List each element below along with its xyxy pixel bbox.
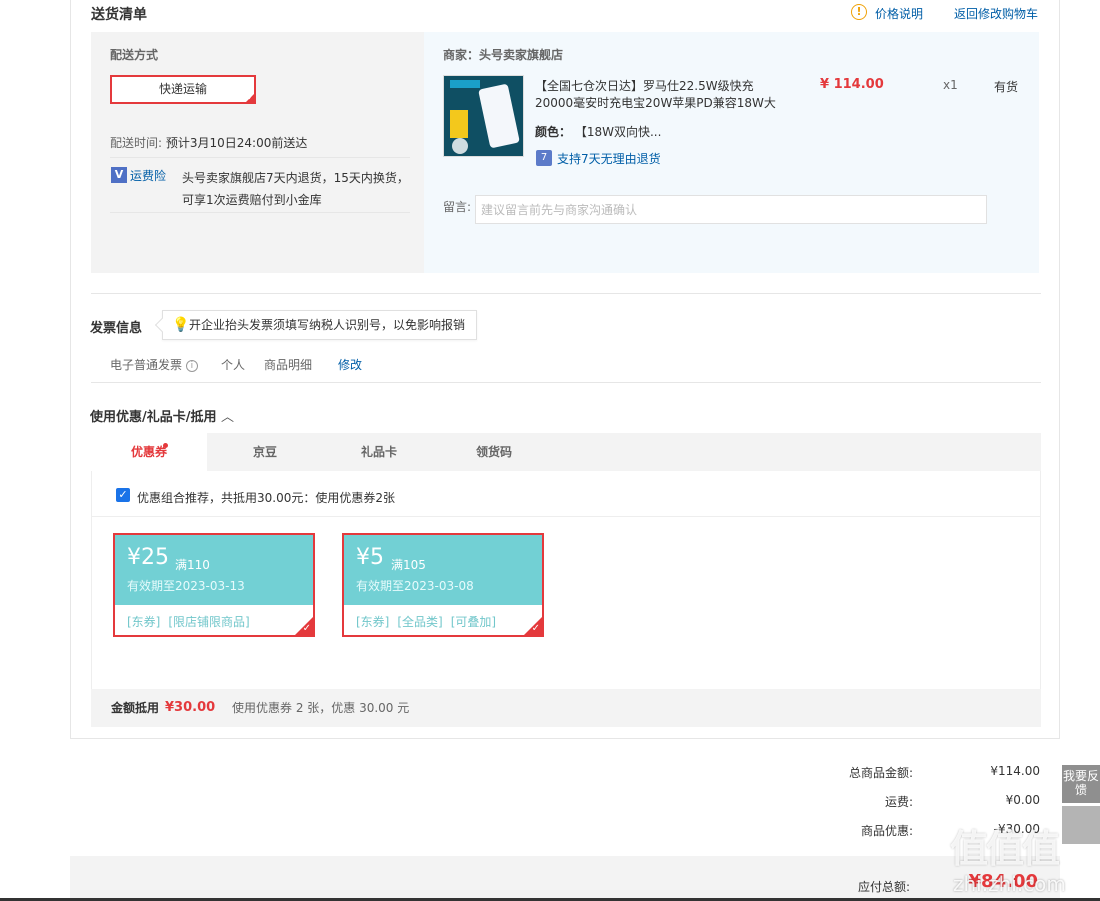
coupon-amount: ¥5 (356, 545, 384, 570)
shipping-method-panel (91, 32, 424, 273)
tab-gift-card[interactable]: 礼品卡 (323, 433, 435, 471)
freight-insurance-link[interactable]: 运费险 (130, 167, 166, 184)
product-color: 颜色： 【18W双向快... (535, 123, 661, 140)
coupon-card[interactable]: ¥25 满110 有效期至2023-03-13 [东券] [限店铺限商品] ✓ (113, 533, 315, 637)
insurance-icon: V (111, 167, 127, 183)
lightbulb-icon: 💡 (172, 317, 190, 333)
delivery-time-value: 预计3月10日24:00前送达 (165, 136, 308, 150)
recommend-text: 优惠组合推荐，共抵用30.00元：使用优惠券2张 (137, 491, 395, 505)
invoice-content: 商品明细 (264, 358, 313, 372)
return-icon: 7 (536, 150, 552, 166)
discount-title[interactable]: 使用优惠/礼品卡/抵用 ︿ (90, 406, 234, 425)
delivery-time: 配送时间: 预计3月10日24:00前送达 (110, 134, 307, 151)
info-icon: ! (851, 4, 867, 20)
color-label: 颜色： (535, 125, 572, 139)
tab-redeem-code[interactable]: 领货码 (435, 433, 553, 471)
shipping-method-label: 配送方式 (110, 48, 159, 62)
invoice-tip: 💡 开企业抬头发票须填写纳税人识别号，以免影响报销 (154, 310, 477, 340)
check-icon: ✓ (531, 623, 540, 634)
coupon-card[interactable]: ¥5 满105 有效期至2023-03-08 [东券] [全品类] [可叠加] ✓ (342, 533, 544, 637)
stock-status: 有货 (994, 80, 1019, 94)
tab-coupons[interactable]: 优惠券 (91, 433, 207, 471)
goods-total-value: ¥114.00 (990, 764, 1040, 778)
payable-label: 应付总额: (857, 880, 910, 894)
product-price: ¥ 114.00 (820, 77, 884, 92)
coupon-expiry: 有效期至2023-03-13 (127, 579, 245, 593)
coupon-top: ¥5 满105 有效期至2023-03-08 (344, 535, 542, 605)
discount-title-text: 使用优惠/礼品卡/抵用 (90, 410, 217, 425)
thumbnail-dot (452, 138, 468, 154)
coupon-tag: [全品类] (397, 615, 443, 629)
invoice-type-label: 电子普通发票 (110, 358, 183, 372)
product-title[interactable]: 【全国七仓次日达】罗马仕22.5W级快充 20000毫安时充电宝20W苹果PD兼… (535, 78, 776, 112)
tab-jingdou[interactable]: 京豆 (207, 433, 323, 471)
freight-label: 运费: (884, 795, 913, 809)
coupon-condition: 满105 (391, 558, 426, 572)
watermark-url: zhi.zhi.com (953, 872, 1066, 896)
payable-bar (70, 856, 1060, 901)
tab-coupons-label: 优惠券 (130, 445, 167, 459)
insurance-description: 头号卖家旗舰店7天内退货，15天内换货， 可享1次运费赔付到小金库 (182, 167, 409, 211)
chevron-up-icon: ︿ (221, 410, 235, 425)
coupon-expiry: 有效期至2023-03-08 (356, 579, 474, 593)
feedback-button[interactable]: 我要反馈 (1062, 765, 1100, 803)
coupon-condition: 满110 (175, 558, 210, 572)
divider (91, 293, 1041, 294)
invoice-edit-link[interactable]: 修改 (338, 356, 362, 373)
return-policy-link[interactable]: 支持7天无理由退货 (557, 150, 661, 167)
freight-value: ¥0.00 (1005, 793, 1040, 807)
goods-total-label: 总商品金额: (848, 766, 913, 780)
message-input[interactable] (475, 195, 987, 224)
insurance-text-1: 头号卖家旗舰店7天内退货，15天内换货， (182, 171, 409, 185)
shop-name: 商家：头号卖家旗舰店 (443, 48, 564, 62)
new-indicator-dot (163, 443, 168, 448)
delivery-time-label: 配送时间: (110, 136, 163, 150)
summary-label: 金额抵用 (111, 701, 160, 715)
divider (92, 516, 1040, 517)
insurance-text-2: 可享1次运费赔付到小金库 (182, 193, 322, 207)
discount-tabs: 优惠券 京豆 礼品卡 领货码 (91, 433, 1041, 471)
color-value: 【18W双向快... (574, 125, 662, 139)
delivery-title: 送货清单 (91, 7, 147, 23)
info-icon[interactable]: i (185, 359, 198, 372)
product-quantity: x1 (943, 78, 958, 92)
coupon-tags: [东券] [全品类] [可叠加] (356, 613, 504, 630)
check-icon: ✓ (247, 93, 254, 102)
summary-text: 使用优惠券 2 张，优惠 30.00 元 (232, 701, 410, 715)
product-thumbnail[interactable] (443, 75, 524, 157)
coupon-tag: [东券] (127, 615, 161, 629)
divider (110, 212, 410, 213)
discount-summary: 金额抵用 ¥30.00 使用优惠券 2 张，优惠 30.00 元 (91, 689, 1041, 727)
divider (91, 382, 1041, 383)
coupon-amount: ¥25 (127, 545, 169, 570)
thumbnail-tag (450, 110, 468, 138)
back-to-top-button[interactable] (1062, 806, 1100, 844)
invoice-tip-text: 开企业抬头发票须填写纳税人识别号，以免影响报销 (189, 318, 466, 332)
coupon-tag: [限店铺限商品] (168, 615, 250, 629)
check-icon: ✓ (302, 623, 311, 634)
product-title-line-2: 20000毫安时充电宝20W苹果PD兼容18W大 (535, 96, 776, 110)
back-to-cart-link[interactable]: 返回修改购物车 (954, 5, 1038, 22)
recommend-checkbox[interactable]: ✓ (116, 488, 130, 502)
price-note-link[interactable]: 价格说明 (875, 5, 923, 22)
invoice-type: 电子普通发票 i (110, 356, 198, 373)
divider (110, 157, 410, 158)
message-label: 留言: (443, 200, 472, 214)
express-shipping-label: 快递运输 (158, 82, 207, 96)
invoice-holder: 个人 (221, 358, 246, 372)
thumbnail-badge (450, 80, 480, 88)
discount-total-label: 商品优惠: (860, 824, 913, 838)
coupon-top: ¥25 满110 有效期至2023-03-13 (115, 535, 313, 605)
invoice-title: 发票信息 (90, 321, 143, 336)
coupon-tags: [东券] [限店铺限商品] (127, 613, 258, 630)
watermark-logo: 值值值 (950, 827, 1060, 871)
coupon-tag: [东券] (356, 615, 390, 629)
product-title-line-1: 【全国七仓次日达】罗马仕22.5W级快充 (535, 79, 754, 93)
express-shipping-button[interactable]: 快递运输 ✓ (110, 75, 256, 104)
coupon-tag: [可叠加] (450, 615, 497, 629)
power-bank-image (478, 83, 520, 149)
summary-amount: ¥30.00 (165, 700, 216, 715)
